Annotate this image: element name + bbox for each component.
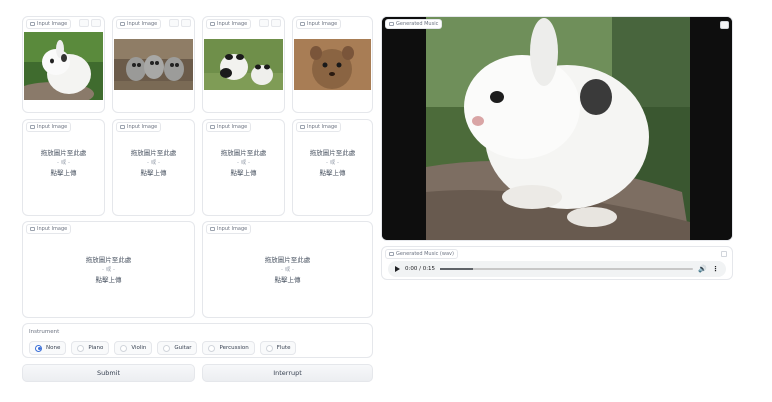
more-vertical-icon[interactable]: ⋮ xyxy=(712,265,719,273)
radio-piano[interactable]: Piano xyxy=(71,341,110,355)
input-image-label: Input Image xyxy=(116,19,162,29)
generated-audio-label: Generated Music (wav) xyxy=(385,249,458,259)
close-icon[interactable] xyxy=(91,19,101,27)
pencil-icon[interactable] xyxy=(79,19,89,27)
image-icon xyxy=(210,227,215,231)
input-image-label: Input Image xyxy=(296,122,342,132)
radio-violin[interactable]: Violin xyxy=(114,341,153,355)
image-icon xyxy=(210,125,215,129)
input-image-label: Input Image xyxy=(26,224,72,234)
submit-button[interactable]: Submit xyxy=(22,364,195,382)
close-icon[interactable] xyxy=(181,19,191,27)
radio-none[interactable]: None xyxy=(29,341,67,355)
generated-image-panel: Generated Music xyxy=(381,16,733,241)
input-image-label: Input Image xyxy=(26,122,72,132)
audio-player[interactable]: 0:00 / 0:15 🔊 ⋮ xyxy=(388,261,726,277)
audio-time: 0:00 / 0:15 xyxy=(405,266,436,272)
upload-dropzone[interactable]: 拖放圖片至此處 - 或 - 點擊上傳 xyxy=(23,148,104,178)
volume-icon[interactable]: 🔊 xyxy=(698,265,707,273)
input-image-1[interactable]: Input Image xyxy=(22,16,105,113)
upload-dropzone[interactable]: 拖放圖片至此處 - 或 - 點擊上傳 xyxy=(113,148,194,178)
input-image-3[interactable]: Input Image xyxy=(202,16,285,113)
pandas-thumbnail xyxy=(204,39,283,90)
upload-dropzone[interactable]: 拖放圖片至此處 - 或 - 點擊上傳 xyxy=(293,148,372,178)
image-icon xyxy=(120,125,125,129)
input-image-9[interactable]: Input Image 拖放圖片至此處 - 或 - 點擊上傳 xyxy=(22,221,195,318)
upload-dropzone[interactable]: 拖放圖片至此處 - 或 - 點擊上傳 xyxy=(203,255,372,285)
radio-dot xyxy=(120,344,128,352)
image-icon xyxy=(300,125,305,129)
input-image-6[interactable]: Input Image 拖放圖片至此處 - 或 - 點擊上傳 xyxy=(112,119,195,216)
bunny-output-image xyxy=(382,17,732,240)
image-icon xyxy=(389,22,394,26)
image-icon xyxy=(30,125,35,129)
image-icon xyxy=(300,22,305,26)
input-image-label: Input Image xyxy=(206,224,252,234)
input-image-7[interactable]: Input Image 拖放圖片至此處 - 或 - 點擊上傳 xyxy=(202,119,285,216)
upload-dropzone[interactable]: 拖放圖片至此處 - 或 - 點擊上傳 xyxy=(203,148,284,178)
input-image-label: Input Image xyxy=(296,19,342,29)
radio-guitar[interactable]: Guitar xyxy=(157,341,198,355)
lemurs-thumbnail xyxy=(114,39,193,90)
close-icon[interactable] xyxy=(271,19,281,27)
image-icon xyxy=(120,22,125,26)
radio-dot xyxy=(163,344,171,352)
generated-audio-panel: Generated Music (wav) 0:00 / 0:15 🔊 ⋮ xyxy=(381,246,733,280)
radio-dot xyxy=(265,344,273,352)
interrupt-button[interactable]: Interrupt xyxy=(202,364,373,382)
image-icon xyxy=(30,22,35,26)
input-image-5[interactable]: Input Image 拖放圖片至此處 - 或 - 點擊上傳 xyxy=(22,119,105,216)
quokka-thumbnail xyxy=(294,39,371,90)
radio-percussion[interactable]: Percussion xyxy=(202,341,255,355)
input-image-label: Input Image xyxy=(206,19,252,29)
instrument-label: Instrument xyxy=(29,329,60,335)
input-image-2[interactable]: Input Image xyxy=(112,16,195,113)
upload-dropzone[interactable]: 拖放圖片至此處 - 或 - 點擊上傳 xyxy=(23,255,194,285)
pencil-icon[interactable] xyxy=(259,19,269,27)
input-image-label: Input Image xyxy=(116,122,162,132)
radio-dot xyxy=(77,344,85,352)
input-image-10[interactable]: Input Image 拖放圖片至此處 - 或 - 點擊上傳 xyxy=(202,221,373,318)
instrument-radio-group: Instrument None Piano Violin Guitar Perc… xyxy=(22,323,373,358)
music-icon xyxy=(389,252,394,256)
generated-music-label: Generated Music xyxy=(385,19,443,29)
radio-dot xyxy=(35,344,42,352)
fullscreen-icon[interactable] xyxy=(720,21,729,29)
image-icon xyxy=(210,22,215,26)
image-icon xyxy=(30,227,35,231)
input-image-8[interactable]: Input Image 拖放圖片至此處 - 或 - 點擊上傳 xyxy=(292,119,373,216)
input-image-4[interactable]: Input Image xyxy=(292,16,373,113)
input-image-label: Input Image xyxy=(206,122,252,132)
bunny-thumbnail xyxy=(24,32,103,100)
play-icon[interactable] xyxy=(395,266,400,272)
pencil-icon[interactable] xyxy=(169,19,179,27)
radio-dot xyxy=(208,344,216,352)
input-image-label: Input Image xyxy=(26,19,72,29)
audio-seek-bar[interactable] xyxy=(440,268,694,270)
radio-flute[interactable]: Flute xyxy=(259,341,297,355)
share-icon[interactable] xyxy=(721,251,727,257)
